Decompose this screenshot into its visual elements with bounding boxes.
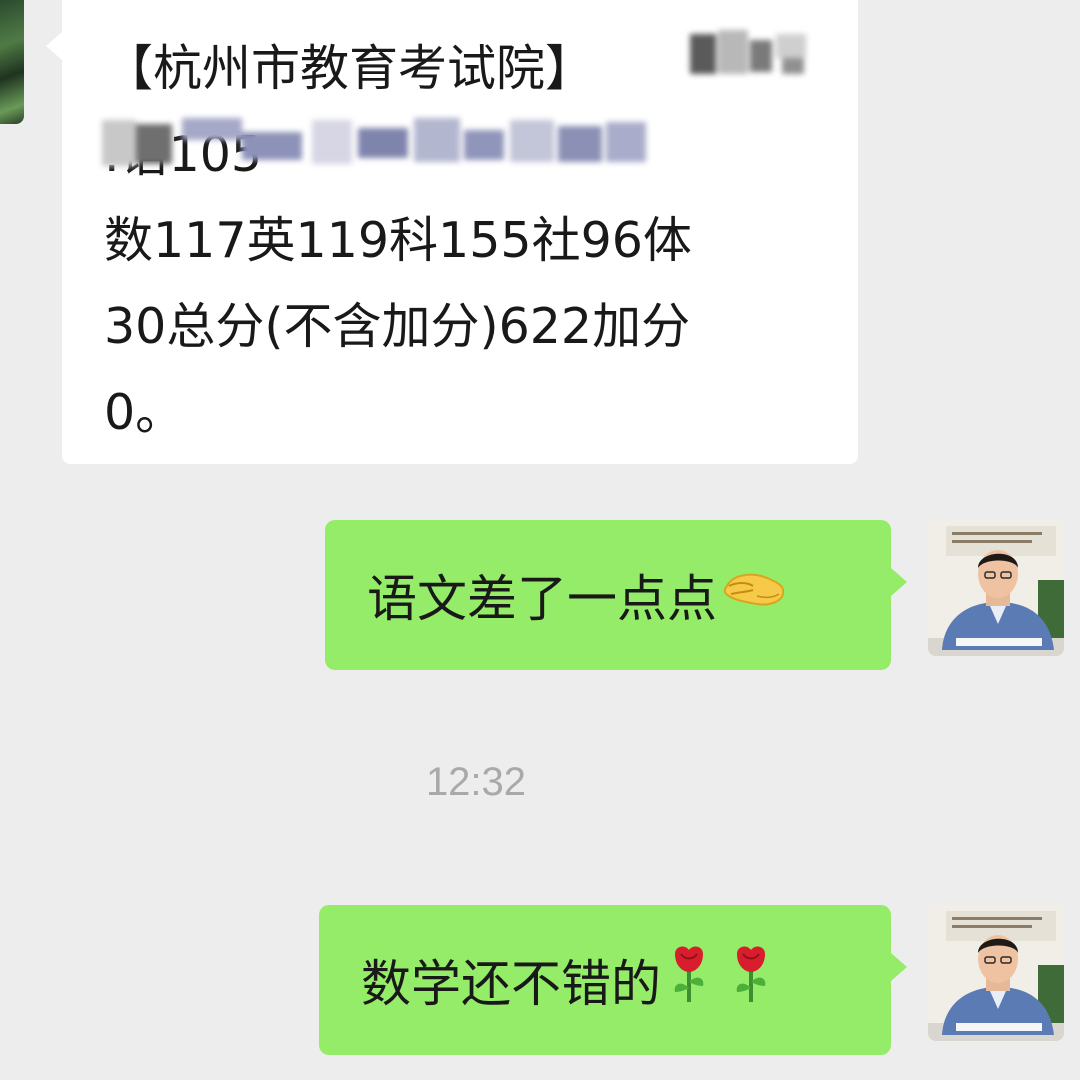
user-avatar-photo xyxy=(928,520,1064,656)
outgoing-message-text: 数学还不错的 xyxy=(361,955,661,1013)
outgoing-message-bubble[interactable]: 数学还不错的 xyxy=(319,905,907,1055)
rose-emoji xyxy=(729,944,773,1016)
outgoing-message-text: 语文差了一点点 xyxy=(367,570,717,628)
incoming-message-bubble[interactable]: 【杭州市教育考试院】 .语105 数117英119科155社96体 30总分(不… xyxy=(46,0,858,464)
redacted-name-block xyxy=(690,30,810,78)
user-avatar[interactable] xyxy=(928,520,1064,656)
redacted-id-block xyxy=(102,114,650,170)
rose-emoji xyxy=(667,944,711,1016)
pinching-hand-emoji xyxy=(723,566,789,624)
incoming-message-text: 【杭州市教育考试院】 .语105 数117英119科155社96体 30总分(不… xyxy=(104,40,692,441)
message-timestamp: 12:32 xyxy=(425,760,527,804)
outgoing-message-bubble[interactable]: 语文差了一点点 xyxy=(325,520,907,670)
user-avatar-photo xyxy=(928,905,1064,1041)
user-avatar[interactable] xyxy=(928,905,1064,1041)
contact-avatar[interactable] xyxy=(0,0,24,124)
